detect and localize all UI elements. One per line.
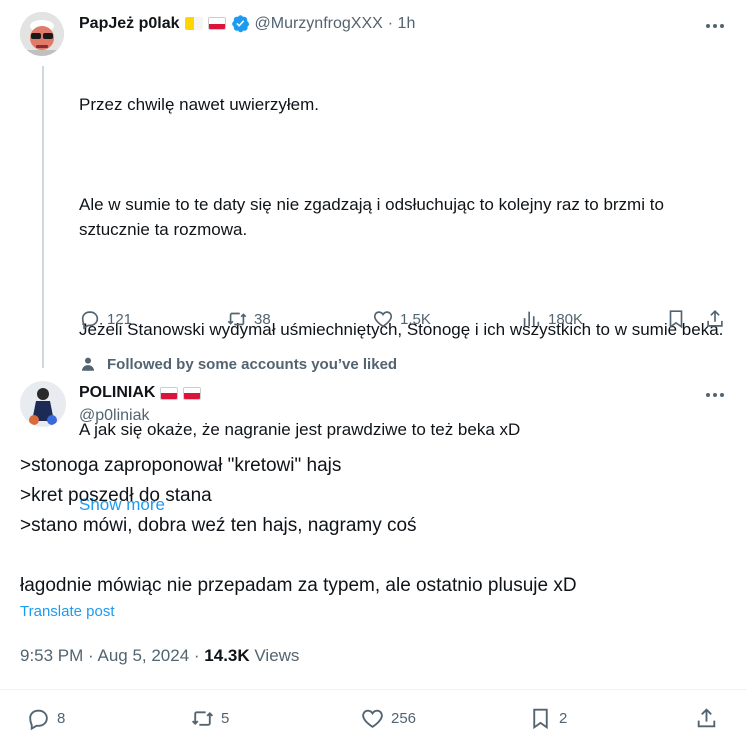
translate-post-link[interactable]: Translate post	[20, 603, 115, 620]
tweet2-header: POLINIAK	[79, 384, 202, 402]
poland-flag-icon	[160, 386, 179, 400]
repost-icon	[191, 711, 214, 726]
share-button[interactable]	[694, 706, 719, 731]
avatar-image	[20, 12, 64, 56]
like-count: 256	[391, 710, 417, 727]
tweet-line: >kret poszedł do stana	[20, 485, 212, 506]
reply-count: 121	[107, 310, 133, 328]
more-options-icon[interactable]	[706, 24, 724, 28]
tweet-paragraph: Ale w sumie to te daty się nie zgadzają …	[79, 195, 669, 239]
bookmark-count: 2	[559, 710, 568, 727]
social-context: Followed by some accounts you’ve liked	[79, 355, 397, 373]
share-icon	[707, 310, 723, 327]
tweet-line: >stano mówi, dobra weź ten hajs, nagramy…	[20, 515, 417, 536]
tweet-paragraph: A jak się okaże, że nagranie jest prawdz…	[79, 420, 521, 439]
like-count: 1.5K	[400, 310, 431, 328]
bookmark-icon	[669, 310, 683, 329]
like-button[interactable]: 256	[360, 706, 416, 731]
like-button[interactable]: 1.5K	[372, 308, 431, 330]
reply-icon	[81, 311, 99, 330]
bookmark-icon	[533, 708, 548, 730]
post-timestamp[interactable]: 9:53 PM · Aug 5, 2024 ·	[20, 646, 204, 665]
avatar-image	[20, 381, 66, 427]
social-context-text[interactable]: Followed by some accounts you’ve liked	[107, 356, 397, 373]
tweet1-header: PapJeż p0lak @MurzynfrogXXX · 1h	[79, 14, 415, 33]
post-timestamp-row: 9:53 PM · Aug 5, 2024 · 14.3K Views	[20, 646, 299, 666]
display-name[interactable]: POLINIAK	[79, 384, 155, 402]
views-label: Views	[254, 646, 300, 665]
display-name[interactable]: PapJeż p0lak	[79, 15, 180, 33]
reply-button[interactable]: 121	[79, 308, 132, 330]
tweet-line: łagodnie mówiąc nie przepadam za typem, …	[20, 575, 577, 596]
divider	[0, 689, 747, 690]
poland-flag-icon	[207, 17, 226, 30]
repost-count: 5	[221, 710, 230, 727]
reply-button[interactable]: 8	[26, 706, 65, 731]
avatar[interactable]	[20, 12, 64, 56]
repost-icon	[227, 312, 247, 326]
share-button[interactable]	[704, 308, 726, 330]
handle[interactable]: @MurzynfrogXXX	[255, 15, 383, 33]
tweet2-body: >stonoga zaproponował "kretowi" hajs >kr…	[20, 451, 730, 601]
more-options-icon[interactable]	[706, 393, 724, 397]
analytics-icon	[523, 311, 540, 327]
verified-badge-icon[interactable]	[231, 14, 250, 33]
views-button[interactable]: 180K	[520, 308, 583, 330]
poland-flag-icon	[183, 386, 202, 400]
tweet-paragraph: Przez chwilę nawet uwierzyłem.	[79, 95, 319, 114]
views-count: 180K	[548, 310, 584, 328]
repost-count: 38	[254, 310, 271, 328]
post-time[interactable]: · 1h	[388, 15, 416, 33]
reply-count: 8	[57, 710, 66, 727]
vatican-flag-icon	[184, 17, 203, 30]
bookmark-button[interactable]	[665, 308, 687, 330]
tweet-line: >stonoga zaproponował "kretowi" hajs	[20, 455, 342, 476]
repost-button[interactable]: 5	[190, 706, 229, 731]
heart-icon	[362, 709, 383, 728]
reply-icon	[29, 709, 48, 731]
share-icon	[697, 708, 716, 728]
heart-icon	[373, 311, 393, 328]
person-icon	[82, 357, 94, 371]
thread-line	[42, 66, 44, 368]
views-count: 14.3K	[204, 646, 250, 665]
avatar[interactable]	[20, 381, 66, 427]
repost-button[interactable]: 38	[226, 308, 271, 330]
handle[interactable]: @p0liniak	[79, 407, 150, 425]
bookmark-button[interactable]: 2	[528, 706, 567, 731]
